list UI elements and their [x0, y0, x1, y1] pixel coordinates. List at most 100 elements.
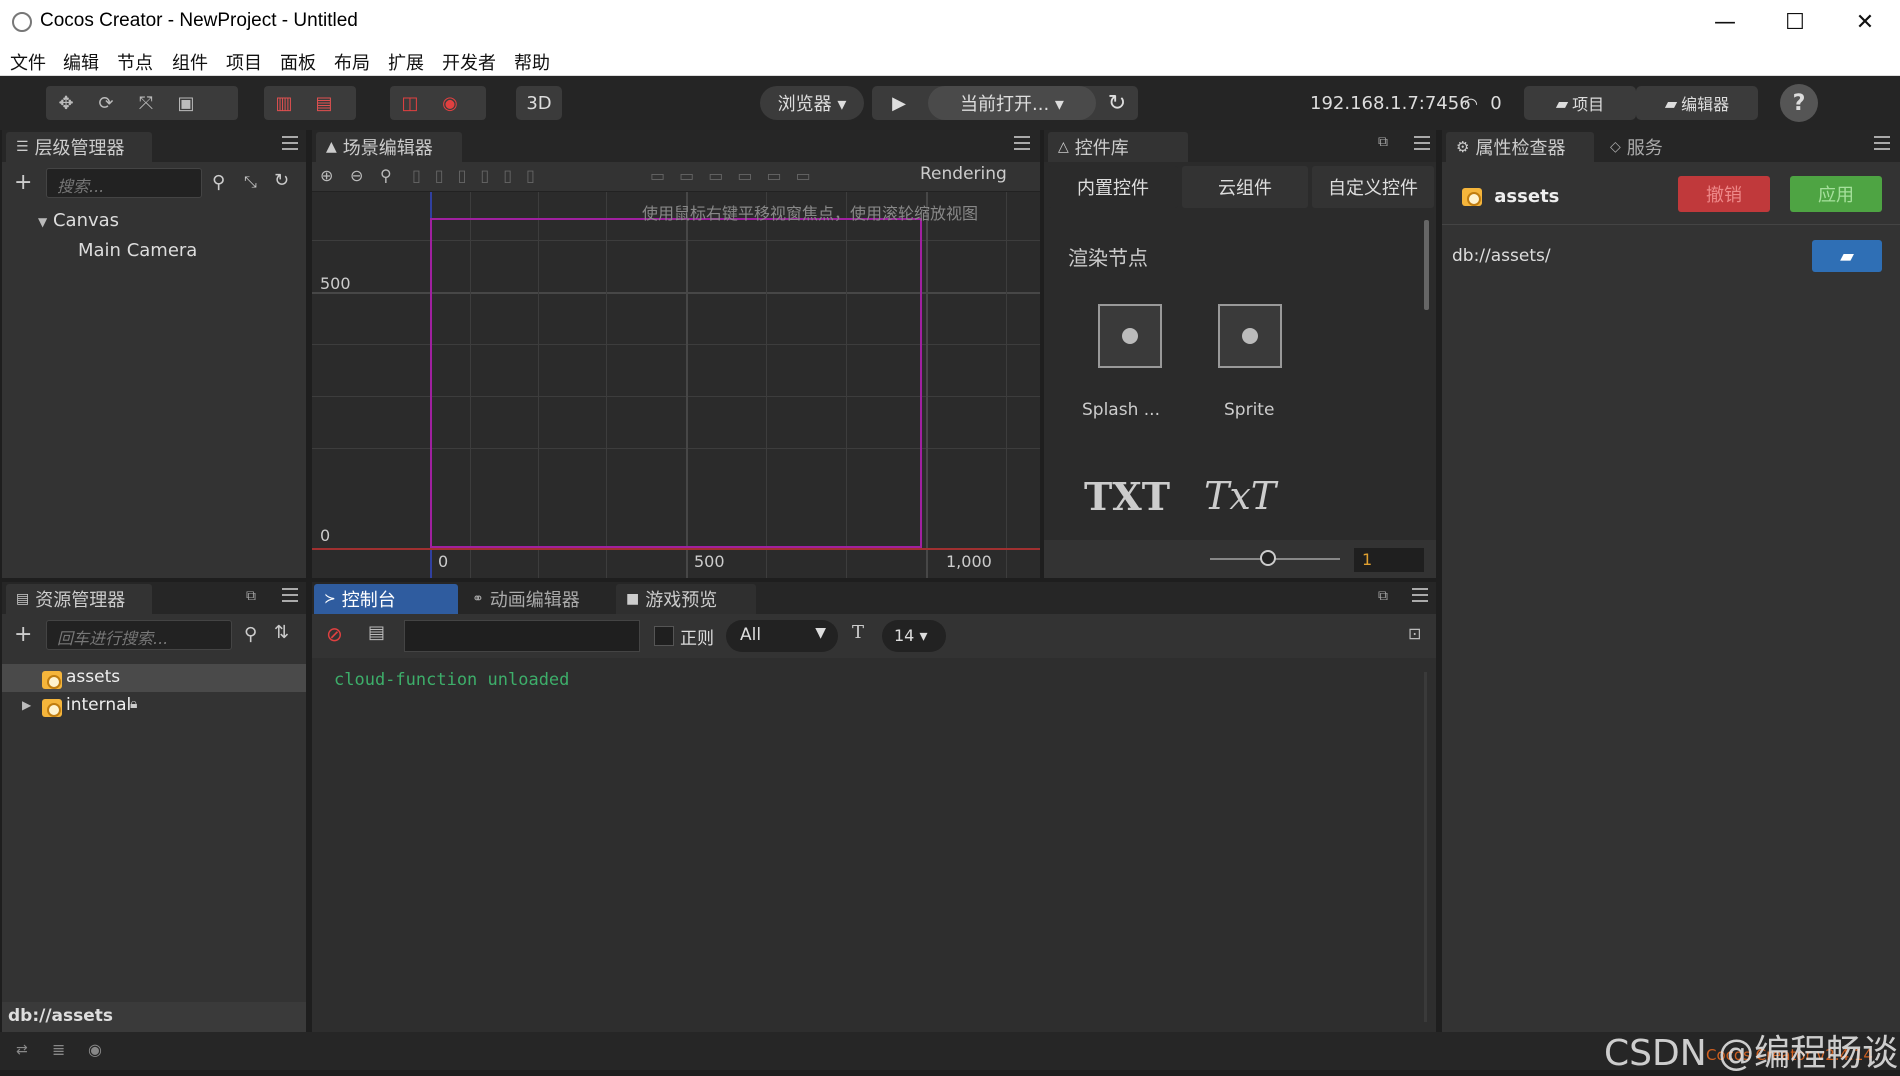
subtab-custom[interactable]: 自定义控件 [1312, 166, 1434, 208]
log-file-icon[interactable]: ▤ [368, 622, 385, 643]
subtab-cloud[interactable]: 云组件 [1182, 166, 1308, 208]
zoom-value-input[interactable]: 1 [1354, 548, 1424, 572]
refresh-icon[interactable]: ↻ [274, 170, 289, 191]
local-icon[interactable]: ▤ [304, 86, 344, 120]
platform-select[interactable]: 浏览器 ▾ [760, 86, 864, 120]
tab-assets[interactable]: ▤ 资源管理器 [6, 584, 152, 614]
splash-widget-icon[interactable] [1098, 304, 1162, 368]
mode-3d-button[interactable]: 3D [516, 86, 562, 120]
close-button[interactable]: ✕ [1830, 0, 1900, 44]
tree-item-label: internal [66, 695, 132, 715]
tab-inspector[interactable]: ⚙ 属性检查器 [1446, 132, 1594, 162]
x-axis-line [312, 548, 1040, 550]
folder-open-icon: ▰ [1840, 245, 1854, 267]
panel-menu-icon[interactable] [1414, 136, 1430, 150]
tree-item-assets[interactable]: assets [2, 664, 306, 692]
sprite-widget-icon[interactable] [1218, 304, 1282, 368]
move-tool-icon[interactable]: ✥ [46, 86, 86, 120]
panel-menu-icon[interactable] [1874, 136, 1890, 150]
maximize-button[interactable]: ☐ [1760, 0, 1830, 44]
scene-select[interactable]: 当前打开... ▾ [928, 86, 1096, 120]
gizmo-globe-icon[interactable]: ◉ [430, 86, 470, 120]
gizmo-rect-icon[interactable]: ◫ [390, 86, 430, 120]
eye-icon[interactable]: ◉ [88, 1040, 102, 1059]
pivot-icon[interactable]: ▥ [264, 86, 304, 120]
richtext-widget-icon[interactable]: TxT [1204, 474, 1276, 518]
panel-menu-icon[interactable] [282, 136, 298, 150]
font-size-select[interactable]: 14 ▾ [882, 620, 946, 652]
menu-layout[interactable]: 布局 [334, 49, 370, 75]
clear-icon[interactable]: ⊘ [326, 622, 343, 646]
y-label-0: 0 [320, 526, 331, 545]
menu-extension[interactable]: 扩展 [388, 49, 424, 75]
menu-developer[interactable]: 开发者 [442, 49, 496, 75]
distribute-tools-icon[interactable]: ▭▭▭▭▭▭ [650, 166, 825, 185]
zoom-out-icon[interactable]: ⊖ [350, 166, 363, 185]
minimize-button[interactable]: — [1690, 0, 1760, 44]
play-button[interactable]: ▶ [876, 86, 922, 120]
refresh-button[interactable]: ↻ [1096, 86, 1138, 120]
menu-edit[interactable]: 编辑 [63, 49, 99, 75]
align-tools-icon[interactable]: ▯▯▯▯▯▯ [412, 166, 549, 185]
rect-tool-icon[interactable]: ▣ [166, 86, 206, 120]
panel-menu-icon[interactable] [282, 588, 298, 602]
menu-file[interactable]: 文件 [10, 49, 46, 75]
search-icon[interactable]: ⚲ [244, 624, 257, 645]
tab-console[interactable]: ≻ 控制台 [314, 584, 458, 614]
panel-menu-icon[interactable] [1014, 136, 1030, 150]
rotate-tool-icon[interactable]: ⟳ [86, 86, 126, 120]
menu-help[interactable]: 帮助 [514, 49, 550, 75]
tab-hierarchy[interactable]: ☰ 层级管理器 [6, 132, 152, 162]
revert-button[interactable]: 撤销 [1678, 176, 1770, 212]
menu-component[interactable]: 组件 [172, 49, 208, 75]
tab-animation[interactable]: ⚭ 动画编辑器 [462, 584, 612, 614]
project-button[interactable]: ▰ 项目 [1524, 86, 1636, 120]
assets-panel: ▤ 资源管理器 ⧉ + 回车进行搜索... ⚲ ⇅ assets ▶ inter… [2, 582, 306, 1032]
regex-checkbox[interactable] [654, 626, 674, 646]
tree-item-main-camera[interactable]: Main Camera [78, 240, 197, 261]
zoom-reset-icon[interactable]: ⚲ [380, 166, 392, 185]
scene-panel: ▲ 场景编辑器 ⊕ ⊖ ⚲ ▯▯▯▯▯▯ ▭▭▭▭▭▭ Rendering 使用… [312, 130, 1040, 578]
menu-project[interactable]: 项目 [226, 49, 262, 75]
collapse-icon[interactable]: ⤡ [244, 172, 257, 192]
search-icon[interactable]: ⚲ [212, 172, 225, 193]
tab-game-preview[interactable]: ■ 游戏预览 [616, 584, 756, 614]
canvas-frame[interactable] [430, 218, 922, 548]
collapse-console-icon[interactable]: ⊡ [1408, 624, 1421, 643]
apply-button[interactable]: 应用 [1790, 176, 1882, 212]
add-node-icon[interactable]: + [14, 170, 32, 195]
zoom-slider-handle[interactable] [1260, 550, 1276, 566]
subtab-builtin[interactable]: 内置控件 [1048, 166, 1178, 208]
zoom-in-icon[interactable]: ⊕ [320, 166, 333, 185]
tree-item-internal[interactable]: ▶ internal 🔒︎ [2, 692, 306, 720]
tree-item-canvas[interactable]: ▼ Canvas [38, 210, 119, 231]
tab-widgets[interactable]: △ 控件库 [1048, 132, 1188, 162]
menu-panel[interactable]: 面板 [280, 49, 316, 75]
assets-search-input[interactable]: 回车进行搜索... [46, 620, 232, 650]
add-asset-icon[interactable]: + [14, 622, 32, 647]
console-filter-input[interactable] [404, 620, 640, 652]
panel-menu-icon[interactable] [1412, 588, 1428, 602]
scrollbar[interactable] [1424, 672, 1427, 1022]
scrollbar[interactable] [1424, 220, 1429, 310]
sync-icon[interactable]: ⇄ [16, 1042, 28, 1058]
open-folder-button[interactable]: ▰ [1812, 240, 1882, 272]
x-label-0: 0 [438, 552, 449, 571]
database-icon[interactable]: ≣ [52, 1040, 65, 1059]
scale-tool-icon[interactable]: ⤧ [126, 86, 166, 120]
label-widget-icon[interactable]: TXT [1084, 474, 1170, 519]
tab-scene[interactable]: ▲ 场景编辑器 [316, 132, 462, 162]
scene-viewport[interactable]: 使用鼠标右键平移视窗焦点，使用滚轮缩放视图 500 0 0 500 1,000 [312, 192, 1040, 578]
sort-icon[interactable]: ⇅ [274, 622, 289, 643]
popout-icon[interactable]: ⧉ [1378, 588, 1388, 604]
popout-icon[interactable]: ⧉ [246, 588, 256, 604]
editor-button[interactable]: ▰ 编辑器 [1636, 86, 1758, 120]
menu-node[interactable]: 节点 [117, 49, 153, 75]
expand-arrow-icon[interactable]: ▶ [22, 698, 31, 712]
popout-icon[interactable]: ⧉ [1378, 134, 1388, 150]
hierarchy-search-input[interactable]: 搜索... [46, 168, 202, 198]
log-level-select[interactable]: All ▼ [726, 620, 838, 652]
help-button[interactable]: ? [1780, 84, 1818, 122]
rendering-select[interactable]: Rendering [920, 164, 1007, 184]
tab-services[interactable]: ◇ 服务 [1600, 132, 1696, 162]
